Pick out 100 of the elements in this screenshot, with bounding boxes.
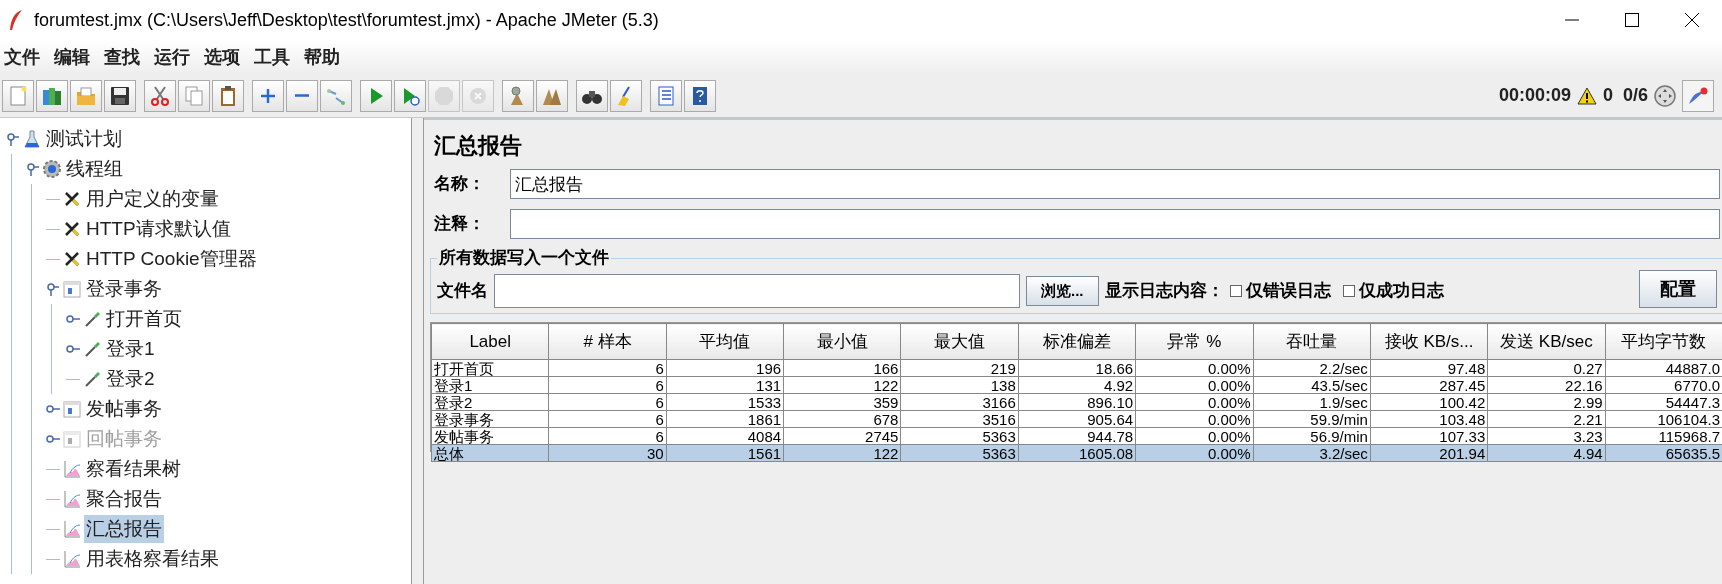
table-cell: 43.5/sec: [1253, 376, 1371, 394]
chart-icon: [62, 519, 82, 539]
expanded-handle-icon[interactable]: [27, 162, 39, 176]
menu-item[interactable]: 选项: [204, 43, 240, 71]
table-cell: 678: [783, 410, 901, 428]
table-cell: 944.78: [1018, 427, 1136, 445]
column-header[interactable]: 标准偏差: [1018, 323, 1136, 360]
menu-item[interactable]: 运行: [154, 43, 190, 71]
table-cell: 30: [548, 444, 667, 462]
tree-item[interactable]: 察看结果树: [84, 455, 183, 483]
window-title: forumtest.jmx (C:\Users\Jeff\Desktop\test\forumtest.jmx) - Apache JMeter (5.3): [34, 8, 659, 32]
checkbox[interactable]: 仅成功日志: [1342, 278, 1444, 304]
save-icon: [109, 84, 131, 107]
tree-item[interactable]: 测试计划: [44, 125, 124, 153]
tree-item[interactable]: HTTP Cookie管理器: [84, 245, 259, 273]
table-cell: 6: [548, 393, 667, 411]
table-cell: 196: [666, 359, 784, 377]
column-header[interactable]: 最小值: [783, 323, 901, 360]
column-header[interactable]: Label: [431, 323, 549, 360]
tree-item[interactable]: 登录2: [104, 365, 157, 393]
expanded-handle-icon[interactable]: [47, 282, 59, 296]
table-cell: 18.66: [1018, 359, 1136, 377]
flask-icon: [22, 129, 42, 149]
tree-item[interactable]: 汇总报告: [84, 515, 164, 543]
table-cell: 4084: [666, 427, 784, 445]
chart-icon: [62, 549, 82, 569]
tree-item[interactable]: 发帖事务: [84, 395, 164, 423]
tree-item[interactable]: 用户定义的变量: [84, 185, 221, 213]
browse-button[interactable]: 浏览...: [1026, 276, 1099, 306]
column-header[interactable]: # 样本: [548, 323, 667, 360]
table-cell: 4.92: [1018, 376, 1136, 394]
gear-icon: [42, 159, 62, 179]
tree-item[interactable]: 用表格察看结果: [84, 545, 221, 573]
group-title: 所有数据写入一个文件: [437, 247, 611, 269]
table-cell: 59.9/min: [1253, 410, 1371, 428]
table-cell: 登录2: [431, 393, 549, 411]
column-header[interactable]: 异常 %: [1135, 323, 1253, 360]
table-cell: 3.2/sec: [1253, 444, 1371, 462]
column-header[interactable]: 平均字节数: [1605, 323, 1722, 360]
table-cell: 6: [548, 359, 667, 377]
comment-field[interactable]: [510, 209, 1720, 239]
scissors-icon: [149, 84, 171, 107]
table-cell: 3.23: [1487, 427, 1606, 445]
minimize-icon: [1565, 19, 1579, 21]
window-icon: [62, 399, 82, 419]
table-cell: 103.48: [1370, 410, 1488, 428]
tree-item[interactable]: 聚合报告: [84, 485, 164, 513]
new-file-icon: [7, 84, 29, 107]
tree-item[interactable]: 登录事务: [84, 275, 164, 303]
menu-item[interactable]: 工具: [254, 43, 290, 71]
table-cell: 发帖事务: [431, 427, 549, 445]
table-cell: 1605.08: [1018, 444, 1136, 462]
panel-title: 汇总报告: [433, 132, 523, 160]
toolbar-button[interactable]: [684, 79, 716, 112]
table-cell: 905.64: [1018, 410, 1136, 428]
warning-count: 0: [1602, 84, 1613, 107]
table-cell: 22.16: [1487, 376, 1606, 394]
collapsed-handle-icon[interactable]: [66, 345, 80, 353]
column-header[interactable]: 平均值: [666, 323, 784, 360]
toolbar-button[interactable]: [212, 79, 244, 112]
column-header[interactable]: 最大值: [900, 323, 1019, 360]
table-cell: 2.2/sec: [1253, 359, 1371, 377]
column-header[interactable]: 吞吐量: [1253, 323, 1371, 360]
field-label: 名称：: [434, 173, 486, 196]
configure-button[interactable]: 配置: [1639, 270, 1717, 308]
menu-item[interactable]: 文件: [4, 43, 40, 71]
tree-item[interactable]: 登录1: [104, 335, 157, 363]
collapsed-handle-icon[interactable]: [46, 405, 60, 413]
chart-icon: [62, 489, 82, 509]
expanded-handle-icon[interactable]: [7, 132, 19, 146]
maximize-icon: [1625, 13, 1639, 27]
toolbar-button[interactable]: [104, 79, 136, 112]
table-cell: 287.45: [1370, 376, 1488, 394]
tree-item[interactable]: 线程组: [64, 155, 125, 183]
menu-item[interactable]: 查找: [104, 43, 140, 71]
tree-item[interactable]: 打开首页: [104, 305, 184, 333]
table-cell: 5363: [900, 427, 1019, 445]
column-header[interactable]: 发送 KB/sec: [1487, 323, 1606, 360]
table-cell: 219: [900, 359, 1019, 377]
table-cell: 0.00%: [1135, 410, 1253, 428]
log-viewer-button[interactable]: [1682, 79, 1714, 112]
close-icon: [1685, 13, 1699, 27]
collapsed-handle-icon[interactable]: [66, 315, 80, 323]
checkbox[interactable]: 仅错误日志: [1229, 278, 1331, 304]
toolbar-button[interactable]: [576, 79, 608, 112]
table-cell: 3516: [900, 410, 1019, 428]
table-cell: 56.9/min: [1253, 427, 1371, 445]
file-name-field[interactable]: [494, 274, 1020, 308]
name-field[interactable]: 汇总报告: [510, 169, 1720, 199]
table-cell: 122: [783, 376, 901, 394]
menu-item[interactable]: 编辑: [54, 43, 90, 71]
table-cell: 0.00%: [1135, 376, 1253, 394]
table-cell: 97.48: [1370, 359, 1488, 377]
menu-item[interactable]: 帮助: [304, 43, 340, 71]
table-cell: 131: [666, 376, 784, 394]
folder-icon: [75, 84, 97, 107]
table-cell: 登录1: [431, 376, 549, 394]
tree-item[interactable]: HTTP请求默认值: [84, 215, 233, 243]
elapsed-time: 00:00:09: [1498, 84, 1571, 107]
column-header[interactable]: 接收 KB/s...: [1370, 323, 1488, 360]
